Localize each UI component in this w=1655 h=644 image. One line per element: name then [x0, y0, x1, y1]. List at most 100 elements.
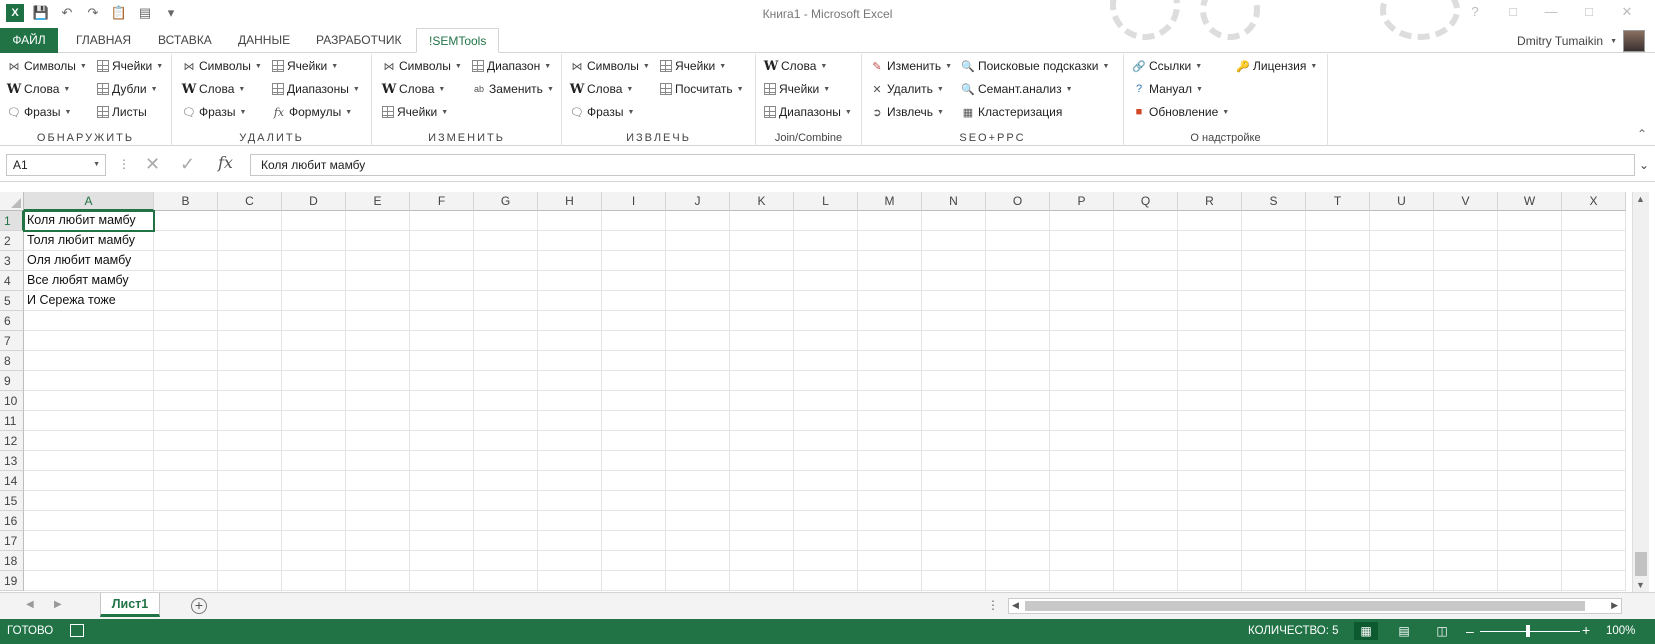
cell[interactable]	[1306, 311, 1370, 331]
cell[interactable]	[1306, 291, 1370, 311]
cell[interactable]	[218, 491, 282, 511]
column-header[interactable]: O	[986, 192, 1050, 211]
cell[interactable]	[538, 411, 602, 431]
cell[interactable]	[1434, 371, 1498, 391]
tab-developer[interactable]: РАЗРАБОТЧИК	[304, 28, 414, 53]
cell[interactable]	[538, 511, 602, 531]
cell[interactable]	[602, 551, 666, 571]
cell[interactable]	[1306, 431, 1370, 451]
cell[interactable]	[538, 551, 602, 571]
cell[interactable]	[666, 471, 730, 491]
name-box[interactable]: A1 ▼	[6, 154, 106, 176]
cell[interactable]	[602, 571, 666, 591]
column-header[interactable]: D	[282, 192, 346, 211]
cell[interactable]	[794, 531, 858, 551]
join-words-button[interactable]: W Слова ▼	[764, 56, 828, 76]
cell[interactable]	[1050, 371, 1114, 391]
column-header[interactable]: X	[1562, 192, 1626, 211]
delete-words-button[interactable]: W Слова ▼	[182, 79, 246, 99]
cell[interactable]	[410, 451, 474, 471]
cell[interactable]	[1050, 271, 1114, 291]
cell[interactable]	[1306, 271, 1370, 291]
cell[interactable]	[1178, 291, 1242, 311]
row-header[interactable]: 16	[0, 511, 24, 531]
cell[interactable]	[1242, 531, 1306, 551]
cell[interactable]	[1562, 571, 1626, 591]
cell[interactable]	[986, 251, 1050, 271]
cell[interactable]	[858, 211, 922, 231]
scroll-thumb[interactable]	[1025, 601, 1585, 611]
cell[interactable]	[1498, 391, 1562, 411]
cell[interactable]	[218, 351, 282, 371]
cell[interactable]	[858, 251, 922, 271]
cell[interactable]	[218, 251, 282, 271]
cell[interactable]	[154, 271, 218, 291]
cell[interactable]	[346, 451, 410, 471]
cell[interactable]	[410, 531, 474, 551]
row-header[interactable]: 15	[0, 491, 24, 511]
cell[interactable]	[1178, 411, 1242, 431]
cell[interactable]	[1434, 291, 1498, 311]
cell[interactable]	[602, 411, 666, 431]
cell[interactable]	[154, 311, 218, 331]
cell[interactable]	[1434, 351, 1498, 371]
cell[interactable]	[986, 351, 1050, 371]
cell[interactable]	[346, 571, 410, 591]
cell[interactable]	[218, 571, 282, 591]
column-header[interactable]: B	[154, 192, 218, 211]
row-header[interactable]: 10	[0, 391, 24, 411]
cell[interactable]	[218, 511, 282, 531]
cell[interactable]	[1050, 511, 1114, 531]
cell[interactable]	[1498, 271, 1562, 291]
cell[interactable]	[282, 431, 346, 451]
cell[interactable]	[1178, 511, 1242, 531]
cell[interactable]	[858, 311, 922, 331]
column-header[interactable]: S	[1242, 192, 1306, 211]
column-header[interactable]: R	[1178, 192, 1242, 211]
cell[interactable]	[602, 311, 666, 331]
cell[interactable]	[730, 351, 794, 371]
cell[interactable]	[154, 531, 218, 551]
cell[interactable]	[1562, 491, 1626, 511]
cell[interactable]	[154, 251, 218, 271]
cell[interactable]	[538, 251, 602, 271]
next-sheet-icon[interactable]: ▶	[54, 599, 62, 610]
cell[interactable]	[282, 251, 346, 271]
cell[interactable]	[1562, 451, 1626, 471]
cell[interactable]	[1050, 471, 1114, 491]
cell[interactable]	[922, 511, 986, 531]
cell[interactable]	[154, 351, 218, 371]
tab-insert[interactable]: ВСТАВКА	[146, 28, 224, 53]
cell[interactable]	[1178, 351, 1242, 371]
cell[interactable]: Оля любит мамбу	[24, 251, 154, 271]
cell[interactable]	[346, 311, 410, 331]
cell[interactable]	[602, 431, 666, 451]
cell[interactable]	[1370, 211, 1434, 231]
column-header[interactable]: T	[1306, 192, 1370, 211]
cell[interactable]	[282, 331, 346, 351]
cell[interactable]	[538, 451, 602, 471]
row-header[interactable]: 3	[0, 251, 24, 271]
cell[interactable]	[1050, 251, 1114, 271]
cell[interactable]	[1498, 551, 1562, 571]
detect-duplicates-button[interactable]: Дубли ▼	[97, 79, 158, 99]
cell[interactable]	[858, 491, 922, 511]
tab-file[interactable]: ФАЙЛ	[0, 28, 58, 53]
cell[interactable]	[1562, 551, 1626, 571]
cell[interactable]	[282, 531, 346, 551]
cell[interactable]	[282, 451, 346, 471]
cell[interactable]	[410, 331, 474, 351]
cell[interactable]	[474, 231, 538, 251]
column-header[interactable]: G	[474, 192, 538, 211]
cell[interactable]	[282, 511, 346, 531]
license-button[interactable]: 🔑 Лицензия ▼	[1236, 56, 1317, 76]
cell[interactable]	[474, 251, 538, 271]
cell[interactable]	[538, 391, 602, 411]
column-header[interactable]: W	[1498, 192, 1562, 211]
cell[interactable]	[474, 571, 538, 591]
insert-function-icon[interactable]: fx	[218, 153, 233, 172]
cell[interactable]	[602, 511, 666, 531]
cell[interactable]	[282, 571, 346, 591]
cell[interactable]	[922, 531, 986, 551]
cell[interactable]	[986, 411, 1050, 431]
